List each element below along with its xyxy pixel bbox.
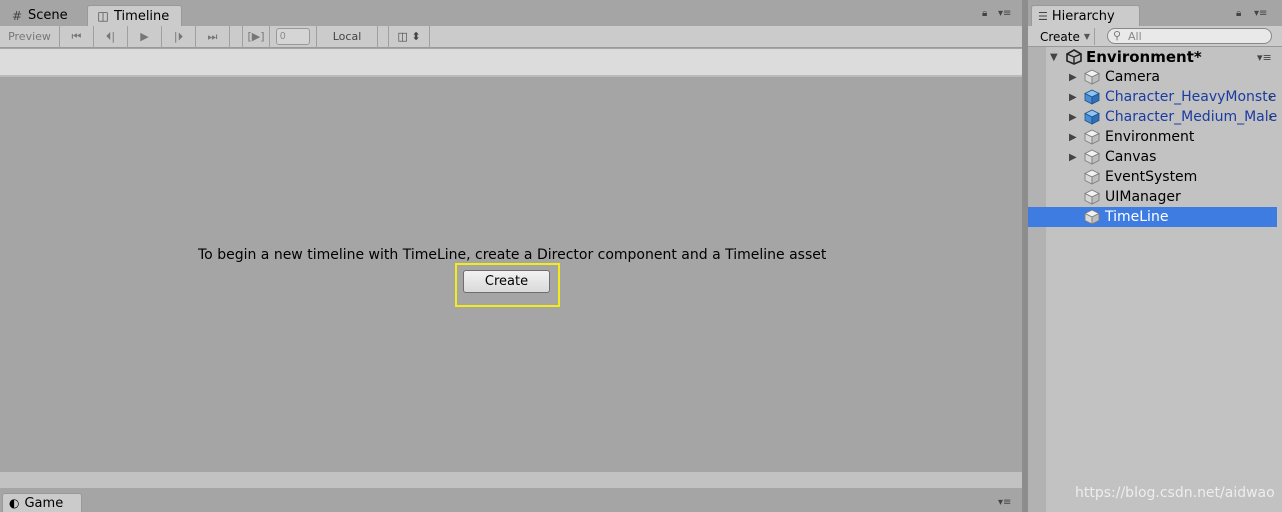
game-icon: ◐ [9, 496, 20, 510]
prefab-open-icon[interactable]: › [1268, 90, 1273, 104]
dropdown-arrow-icon: ▼ [1083, 32, 1091, 41]
expand-arrow-icon[interactable]: ▶ [1069, 92, 1077, 103]
expand-arrow-icon[interactable]: ▶ [1069, 152, 1077, 163]
gameobject-cube-icon [1084, 129, 1100, 145]
prefab-open-icon[interactable]: › [1268, 110, 1273, 124]
goto-start-icon[interactable]: ⏮ [60, 25, 94, 48]
hierarchy-item[interactable]: ▶ Environment [1028, 127, 1277, 147]
gameobject-cube-icon [1084, 169, 1100, 185]
hierarchy-item-label: TimeLine [1105, 209, 1169, 225]
prefab-cube-icon [1084, 109, 1100, 125]
hierarchy-item-label: Character_HeavyMonster [1105, 89, 1277, 105]
play-icon[interactable]: ▶ [128, 25, 162, 48]
hierarchy-item[interactable]: ▶ Canvas [1028, 147, 1277, 167]
gameobject-cube-icon [1084, 149, 1100, 165]
unity-scene-icon [1066, 49, 1082, 65]
tab-game[interactable]: ◐ Game [2, 493, 82, 512]
expand-arrow-icon[interactable]: ▶ [1069, 72, 1077, 83]
prev-frame-icon[interactable]: ⏴| [94, 25, 128, 48]
hierarchy-item-label: EventSystem [1105, 169, 1198, 185]
gameobject-cube-icon [1084, 189, 1100, 205]
hierarchy-menu-icon[interactable]: ▾≡ [1254, 8, 1267, 19]
space-label: Local [332, 30, 362, 43]
hierarchy-item[interactable]: ▶ Character_Medium_Male_ › [1028, 107, 1277, 127]
scene-name-label: Environment* [1086, 48, 1202, 66]
create-button-label: Create [484, 274, 529, 289]
empty-timeline-message: To begin a new timeline with TimeLine, c… [198, 247, 827, 263]
next-frame-icon[interactable]: |⏵ [162, 25, 196, 48]
expand-arrow-icon[interactable]: ▶ [1069, 112, 1077, 123]
search-placeholder: All [1128, 29, 1142, 43]
preview-label: Preview [8, 30, 51, 43]
timeline-toolbar: Preview ⏮ ⏴| ▶ |⏵ ⏭ [▶] Local ◫ ⬍ [0, 25, 1022, 48]
hierarchy-create-label: Create [1040, 29, 1080, 44]
panel-menu-icon[interactable]: ▾≡ [998, 8, 1011, 19]
timeline-content: To begin a new timeline with TimeLine, c… [0, 79, 1022, 472]
tab-hierarchy[interactable]: ☰ Hierarchy [1031, 5, 1140, 26]
hierarchy-item-label: Camera [1105, 69, 1160, 85]
watermark: https://blog.csdn.net/aidwao [1075, 485, 1275, 501]
hierarchy-lock-icon[interactable]: 🔒︎ [1236, 8, 1241, 19]
expand-arrow-icon[interactable]: ▶ [1069, 132, 1077, 143]
hierarchy-create-dropdown[interactable]: Create ▼ [1033, 28, 1095, 45]
list-icon: ☰ [1038, 9, 1048, 23]
hierarchy-item-label: UIManager [1105, 189, 1181, 205]
gameobject-cube-icon [1084, 209, 1100, 225]
grid-icon: # [11, 8, 23, 23]
tab-scene-label: Scene [28, 8, 68, 23]
tab-timeline-label: Timeline [114, 8, 170, 24]
goto-end-icon[interactable]: ⏭ [196, 25, 230, 48]
hierarchy-item[interactable]: TimeLine [1028, 207, 1277, 227]
game-tab-strip [0, 488, 1022, 512]
tab-game-label: Game [24, 495, 64, 511]
view-options-icon[interactable]: ◫ ⬍ [388, 25, 430, 48]
hierarchy-scene-row[interactable]: ▼ Environment* ▾≡ [1028, 47, 1277, 67]
lock-icon[interactable]: 🔒︎ [982, 8, 987, 19]
tab-timeline[interactable]: ◫ Timeline [87, 5, 182, 26]
preview-button[interactable]: Preview [0, 25, 60, 48]
timeline-icon: ◫ [97, 9, 109, 23]
hierarchy-item-label: Canvas [1105, 149, 1157, 165]
play-range-icon[interactable]: [▶] [242, 25, 270, 48]
gameobject-cube-icon [1084, 69, 1100, 85]
tab-hierarchy-label: Hierarchy [1051, 8, 1115, 24]
tab-scene[interactable]: # Scene [2, 5, 76, 26]
hierarchy-item-label: Character_Medium_Male_ [1105, 109, 1277, 125]
prefab-cube-icon [1084, 89, 1100, 105]
game-panel-menu-icon[interactable]: ▾≡ [998, 497, 1011, 508]
timeline-header-bar [0, 49, 1022, 77]
hierarchy-item-label: Environment [1105, 129, 1195, 145]
expand-arrow-icon[interactable]: ▼ [1050, 52, 1058, 63]
hierarchy-item[interactable]: ▶ Character_HeavyMonster › [1028, 87, 1277, 107]
space-toggle[interactable]: Local [316, 25, 378, 48]
horizontal-scrollbar[interactable] [0, 472, 1022, 488]
search-icon: ⚲ [1113, 29, 1122, 42]
hierarchy-item[interactable]: ▶ Camera [1028, 67, 1277, 87]
hierarchy-item[interactable]: UIManager [1028, 187, 1277, 207]
hierarchy-item[interactable]: EventSystem [1028, 167, 1277, 187]
hierarchy-search-input[interactable]: ⚲ All [1107, 28, 1272, 44]
frame-field[interactable] [276, 28, 310, 45]
scene-menu-icon[interactable]: ▾≡ [1257, 51, 1272, 64]
create-timeline-button[interactable]: Create [463, 270, 550, 293]
